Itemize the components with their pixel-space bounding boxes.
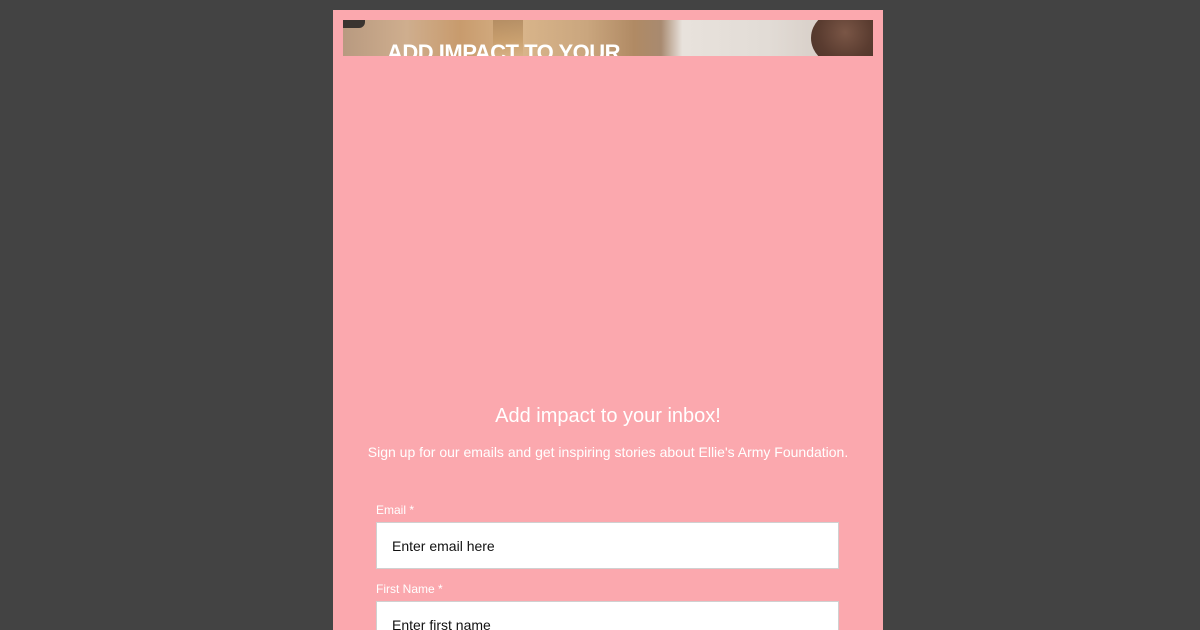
first-name-label: First Name * (376, 582, 443, 596)
signup-description: Sign up for our emails and get inspiring… (367, 444, 849, 460)
banner-image: ADD IMPACT TO YOUR (343, 20, 873, 56)
signup-headline: Add impact to your inbox! (495, 405, 721, 427)
email-field[interactable] (376, 522, 839, 569)
email-label: Email * (376, 503, 415, 517)
signup-card: ADD IMPACT TO YOUR Add impact to your in… (333, 10, 883, 630)
first-name-field[interactable] (376, 601, 839, 630)
banner-heading: ADD IMPACT TO YOUR (387, 40, 621, 57)
banner-image-detail (343, 20, 365, 28)
